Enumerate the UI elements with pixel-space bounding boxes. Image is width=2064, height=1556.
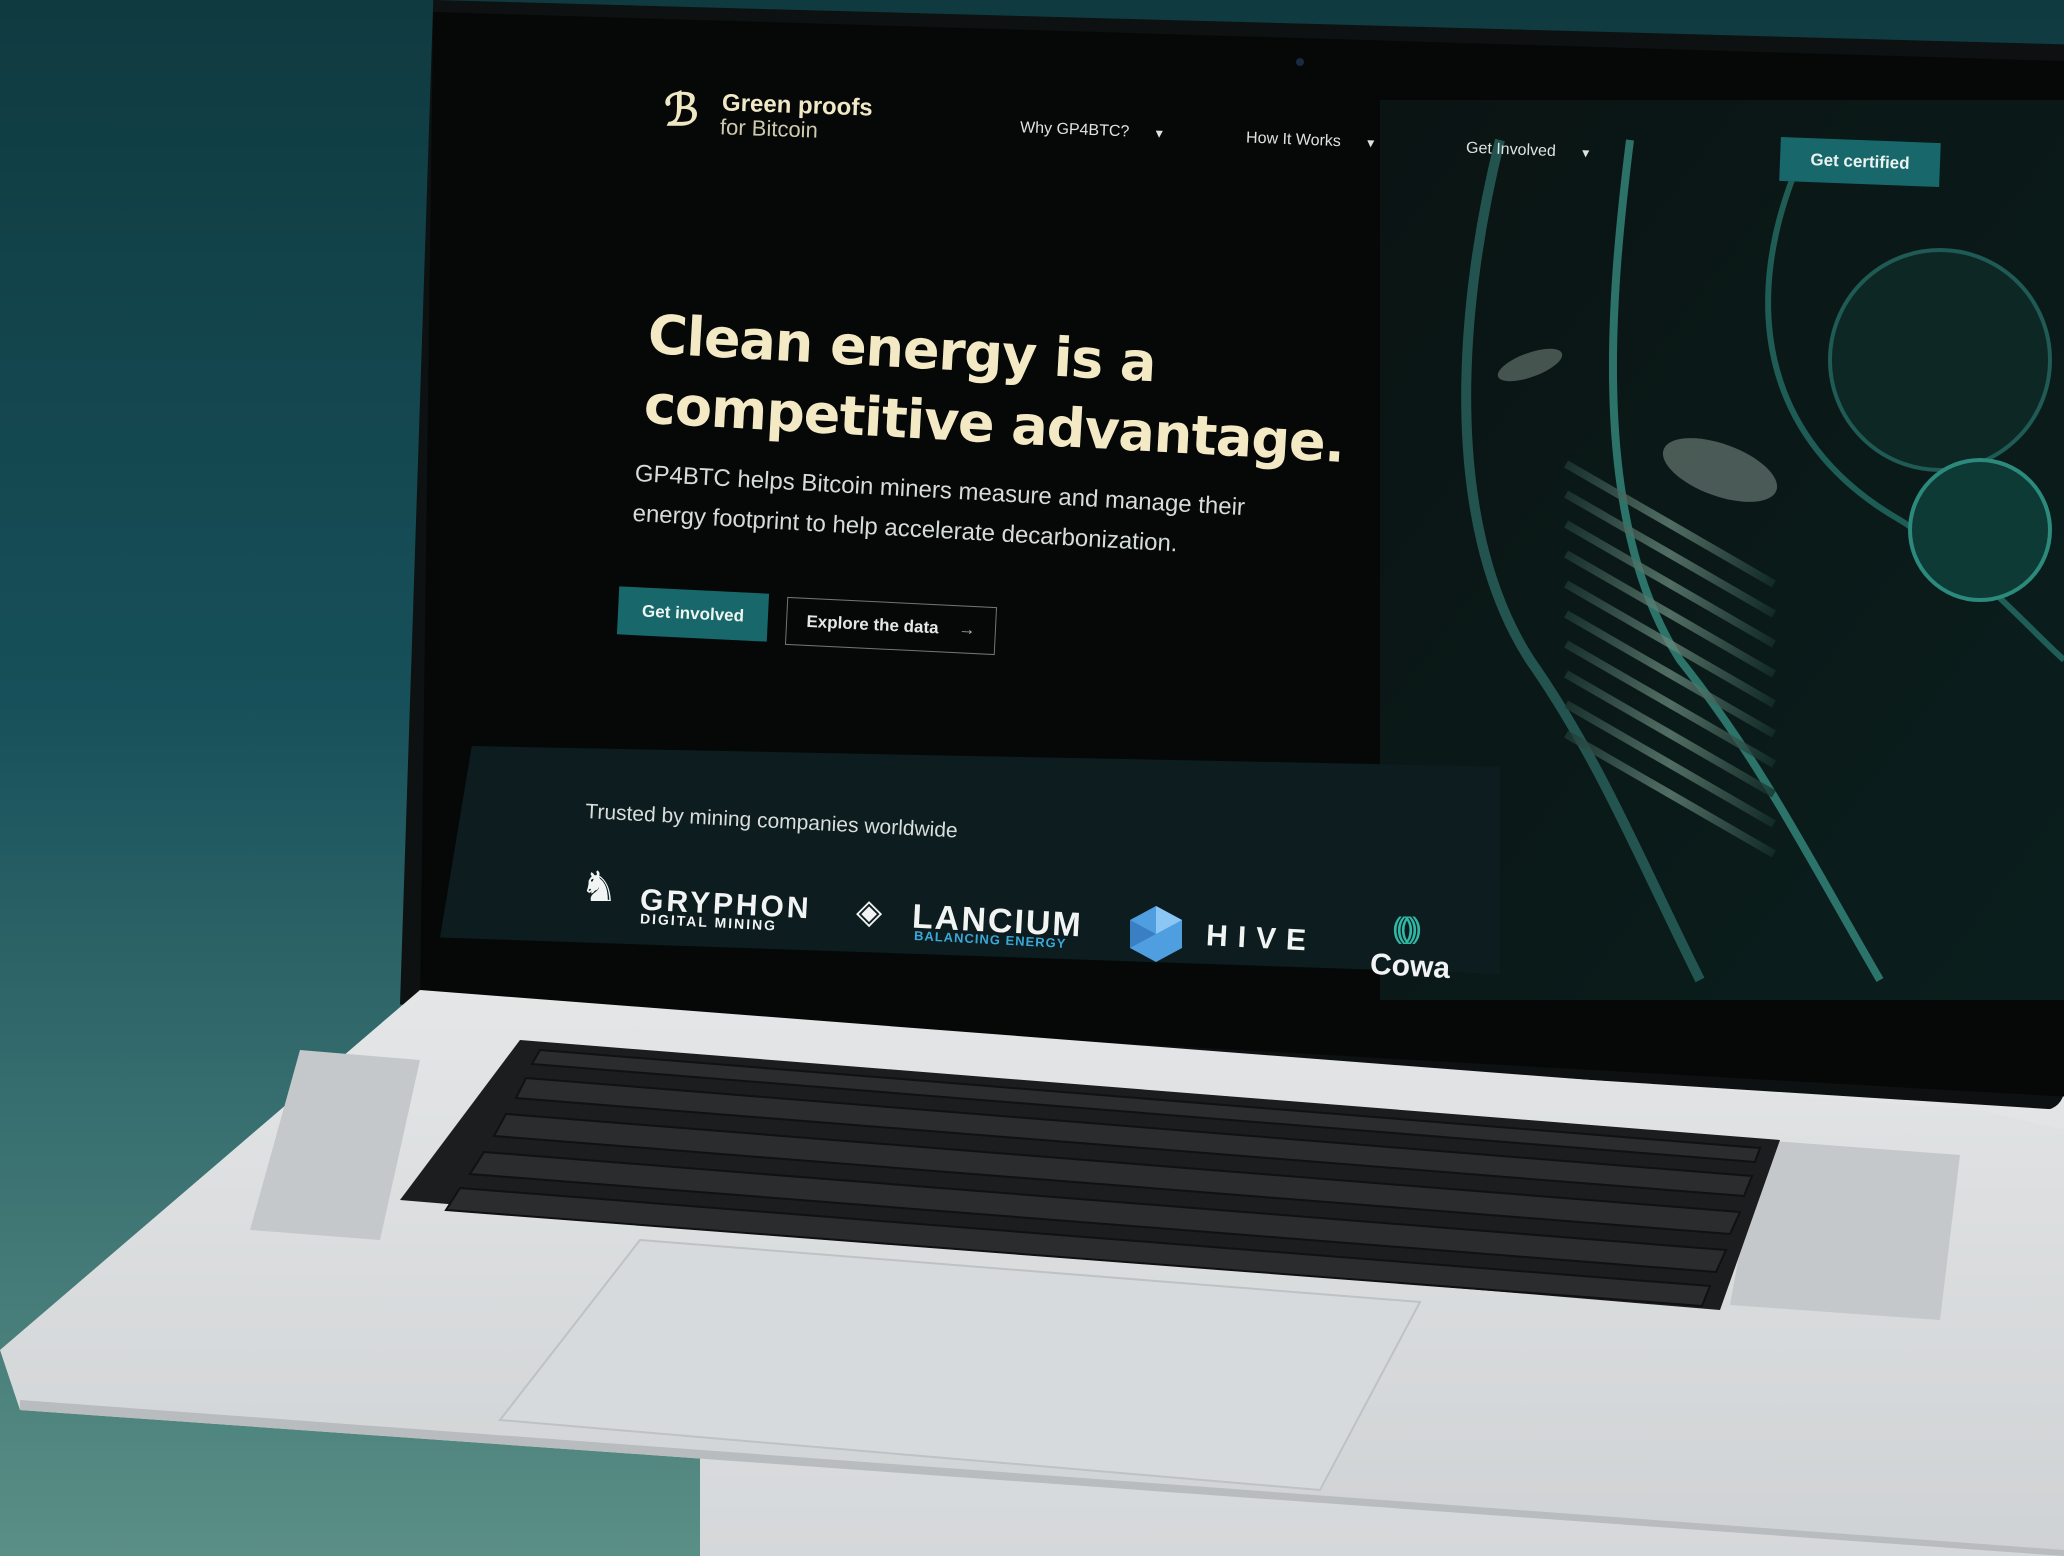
gryphon-logo-icon: ♞ [580,863,618,910]
caret-down-icon: ▼ [1153,126,1166,141]
explore-data-label: Explore the data [806,611,940,638]
explore-data-button[interactable]: Explore the data → [784,596,998,656]
partner-cowa-name: Cowa [1369,947,1451,986]
laptop-keyboard-deck [0,990,2064,1556]
cowa-logo-icon: ((())) [1392,912,1422,945]
camera-icon [1296,58,1304,66]
caret-down-icon: ▼ [1364,136,1377,151]
nav-get-involved-label: Get Involved [1465,139,1557,161]
gp-logo-icon[interactable]: ℬ [664,86,710,136]
lancium-logo-icon: ◈ [856,893,883,931]
caret-down-icon: ▼ [1579,145,1592,161]
get-certified-button[interactable]: Get certified [1779,136,1941,188]
get-involved-button[interactable]: Get involved [616,586,770,642]
arrow-right-icon: → [958,619,977,640]
hive-logo-icon [1130,906,1182,962]
nav-why-gp4btc-label: Why GP4BTC? [1019,119,1130,141]
nav-how-it-works-label: How It Works [1245,129,1342,151]
partner-hive-name: HIVE [1205,919,1317,958]
logo-subtext[interactable]: for Bitcoin [720,114,819,143]
